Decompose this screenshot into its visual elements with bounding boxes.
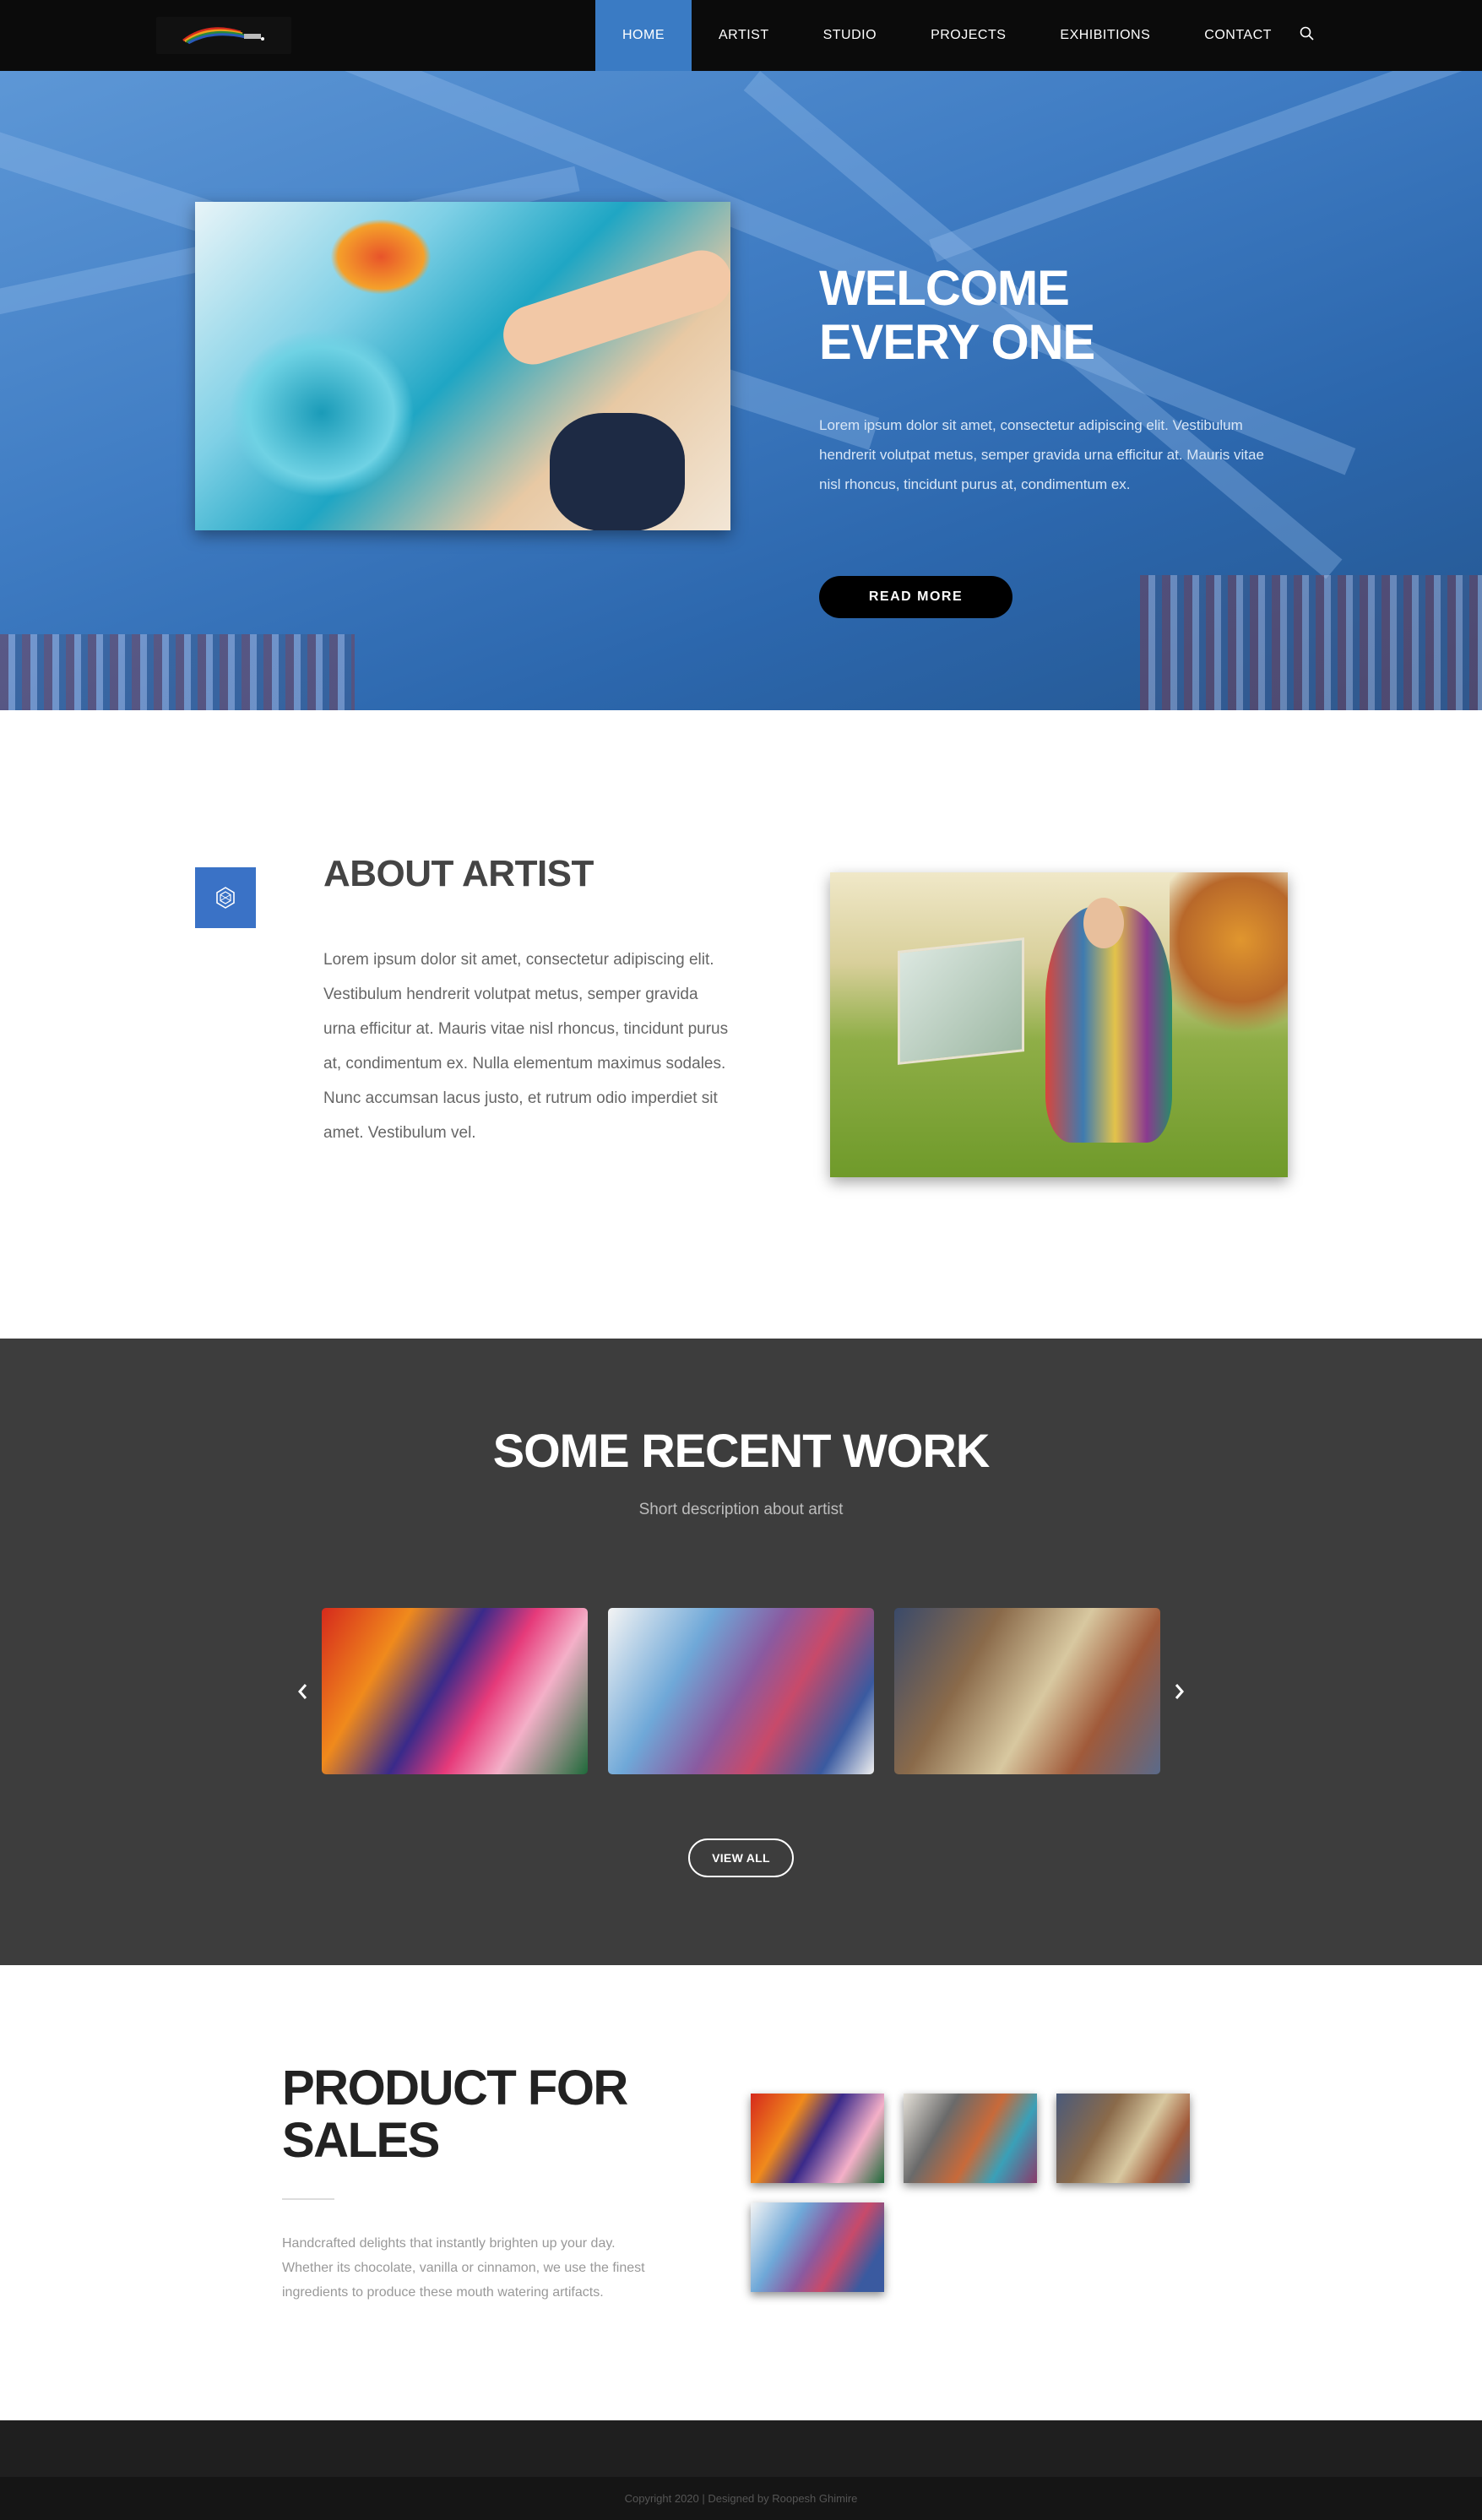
chevron-right-icon[interactable]: [1173, 1681, 1186, 1703]
product-thumbnail-1[interactable]: [751, 2094, 884, 2183]
site-logo[interactable]: [156, 17, 291, 54]
recent-work-subtitle: Short description about artist: [638, 1501, 844, 1518]
products-description: Handcrafted delights that instantly brig…: [282, 2236, 645, 2300]
product-thumbnail-2[interactable]: [904, 2094, 1037, 2183]
nav-studio[interactable]: STUDIO: [796, 0, 904, 71]
hexagon-icon: [216, 887, 235, 909]
nav-artist[interactable]: ARTIST: [692, 0, 796, 71]
products-title-line2: SALES: [282, 2113, 440, 2168]
recent-work-title: SOME RECENT WORK: [492, 1424, 991, 1477]
products-divider: [282, 2198, 334, 2200]
nav-home[interactable]: HOME: [595, 0, 692, 71]
footer-copyright: Copyright 2020 | Designed by Roopesh Ghi…: [0, 2477, 1482, 2520]
work-thumbnail-1[interactable]: [322, 1608, 588, 1774]
products-title: PRODUCT FOR SALES: [282, 2062, 670, 2167]
top-navbar: HOME ARTIST STUDIO PROJECTS EXHIBITIONS …: [0, 0, 1482, 71]
read-more-button[interactable]: READ MORE: [819, 576, 1012, 618]
hero-title-line1: WELCOME: [819, 261, 1070, 316]
nav-exhibitions[interactable]: EXHIBITIONS: [1033, 0, 1177, 71]
paintbrush-logo-icon: [182, 27, 264, 44]
about-title: ABOUT ARTIST: [323, 853, 594, 894]
about-description: Lorem ipsum dolor sit amet, consectetur …: [323, 951, 729, 1142]
hero-painting-image: [195, 202, 730, 530]
artist-painting-outdoors-image: [830, 872, 1288, 1177]
product-thumbnail-4[interactable]: [751, 2202, 884, 2292]
product-thumbnail-3[interactable]: [1056, 2094, 1190, 2183]
chevron-left-icon[interactable]: [296, 1681, 309, 1703]
view-all-button[interactable]: VIEW ALL: [688, 1838, 794, 1877]
search-icon[interactable]: [1299, 25, 1316, 42]
hero-title-line2: EVERY ONE: [819, 315, 1095, 370]
work-thumbnail-2[interactable]: [608, 1608, 874, 1774]
hero-description: Lorem ipsum dolor sit amet, consectetur …: [819, 417, 1264, 492]
main-menu: HOME ARTIST STUDIO PROJECTS EXHIBITIONS …: [595, 0, 1299, 71]
products-title-line1: PRODUCT FOR: [282, 2061, 628, 2115]
hero-title: WELCOME EVERY ONE: [819, 262, 1326, 370]
work-thumbnail-3[interactable]: [894, 1608, 1160, 1774]
about-icon-box: [195, 867, 256, 928]
nav-projects[interactable]: PROJECTS: [904, 0, 1033, 71]
nav-contact[interactable]: CONTACT: [1177, 0, 1299, 71]
